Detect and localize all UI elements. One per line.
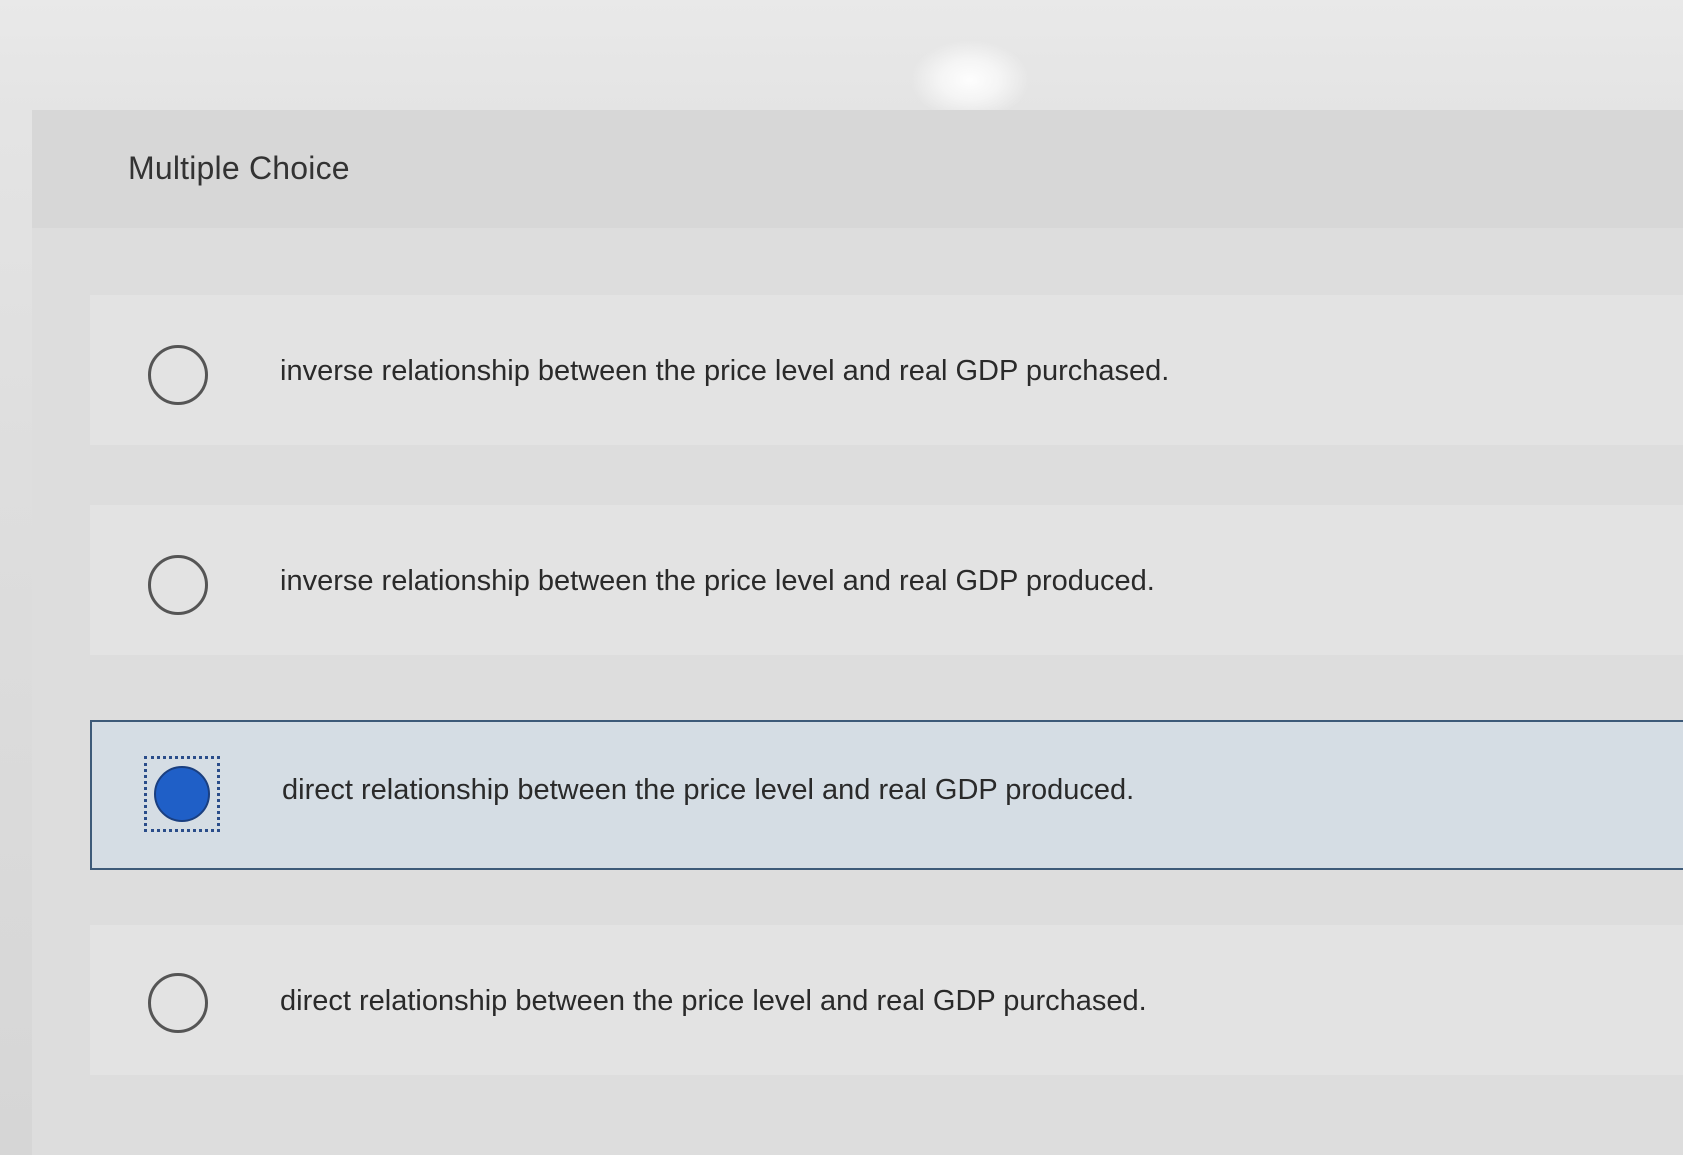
radio-unselected-icon[interactable] [148,345,208,405]
choice-label: inverse relationship between the price l… [280,565,1155,597]
radio-unselected-icon[interactable] [148,555,208,615]
choice-label: inverse relationship between the price l… [280,355,1170,387]
focus-ring [144,756,220,832]
screen-glare [910,40,1030,120]
radio-selected-icon[interactable] [154,766,210,822]
top-strip [0,0,1683,115]
choice-option-3[interactable]: direct relationship between the price le… [90,720,1683,870]
choice-option-2[interactable]: inverse relationship between the price l… [90,505,1683,655]
question-type-label: Multiple Choice [128,150,350,186]
choice-label: direct relationship between the price le… [282,774,1135,806]
choice-option-1[interactable]: inverse relationship between the price l… [90,295,1683,445]
radio-unselected-icon[interactable] [148,973,208,1033]
screen: Multiple Choice inverse relationship bet… [0,0,1683,1155]
choice-option-4[interactable]: direct relationship between the price le… [90,925,1683,1075]
choice-label: direct relationship between the price le… [280,985,1147,1017]
